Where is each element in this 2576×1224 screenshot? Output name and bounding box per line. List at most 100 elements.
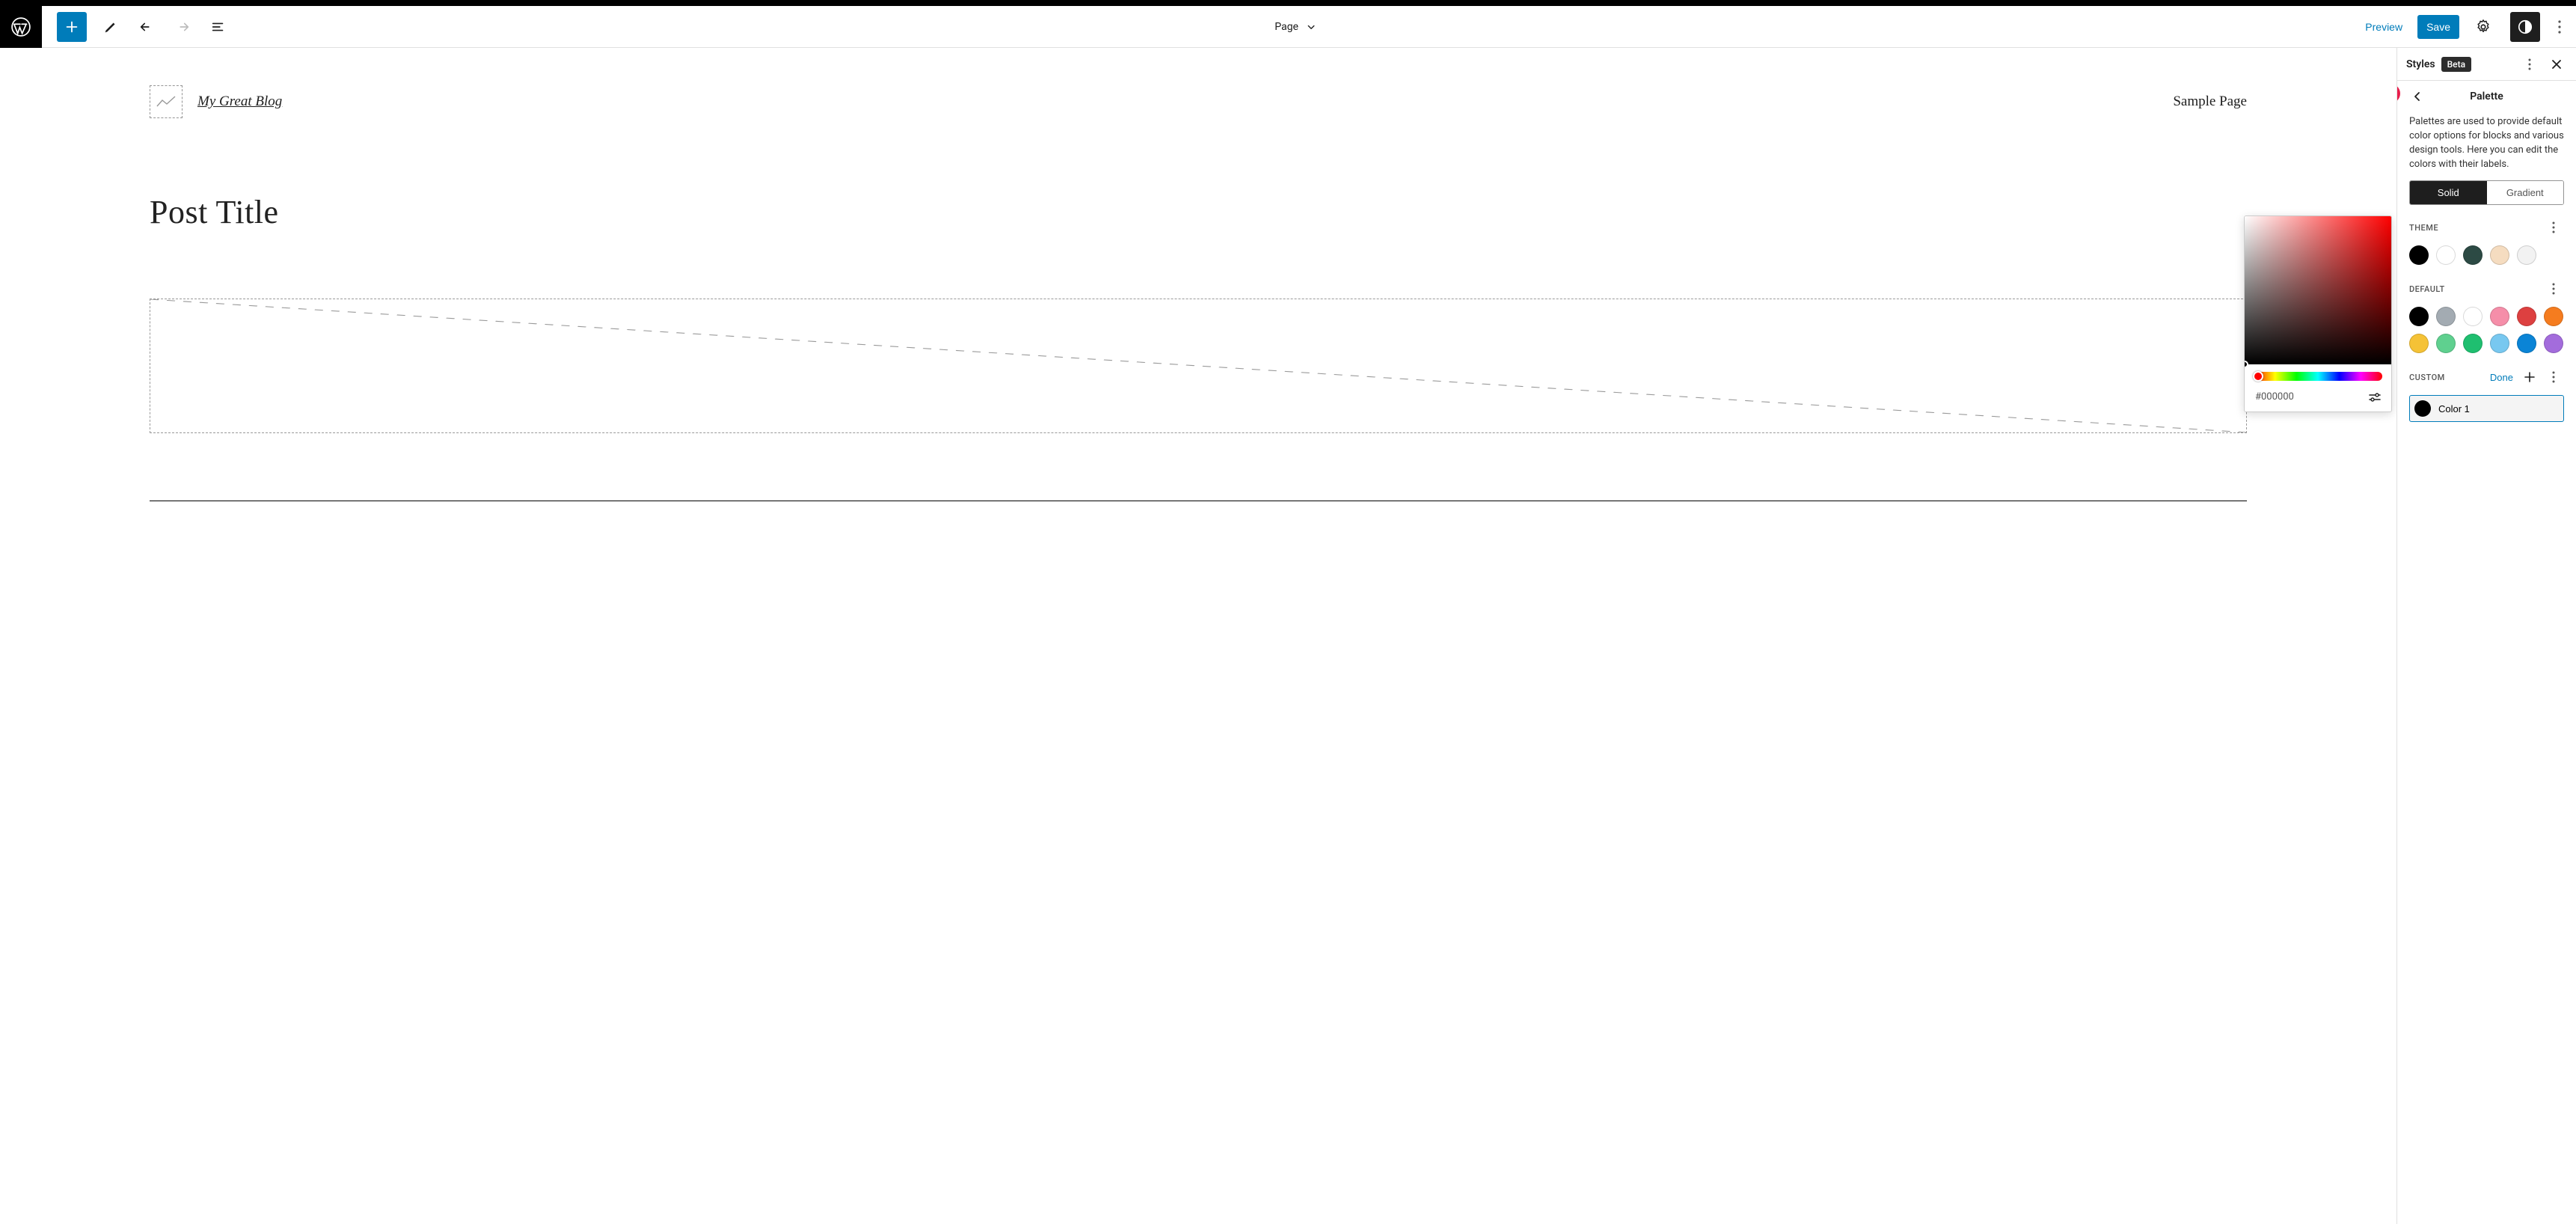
editor-topbar: Page Preview Save xyxy=(0,6,2576,48)
chevron-down-icon xyxy=(1304,20,1318,34)
preview-button[interactable]: Preview xyxy=(2356,15,2411,39)
panel-back-button[interactable] xyxy=(2406,86,2427,107)
more-options-button[interactable] xyxy=(2549,16,2570,37)
panel-title: Palette xyxy=(2470,91,2503,102)
document-title[interactable]: Page xyxy=(236,20,2356,34)
theme-colors-section: Theme xyxy=(2397,217,2576,278)
custom-color-swatch[interactable] xyxy=(2414,400,2431,417)
section-head-theme: Theme xyxy=(2409,217,2564,238)
styles-button[interactable] xyxy=(2510,12,2540,42)
panel-description: Palettes are used to provide default col… xyxy=(2397,112,2576,180)
theme-swatch-row xyxy=(2409,245,2564,265)
color-swatch[interactable] xyxy=(2463,307,2483,326)
close-icon xyxy=(2551,59,2562,70)
wordpress-logo[interactable] xyxy=(0,6,42,48)
color-input-row: #000000 xyxy=(2245,388,2391,411)
image-block-placeholder[interactable] xyxy=(150,299,2247,433)
default-more-button[interactable] xyxy=(2543,278,2564,299)
site-brand: My Great Blog xyxy=(150,85,282,118)
document-type-label: Page xyxy=(1275,21,1298,33)
color-swatch[interactable] xyxy=(2517,307,2536,326)
color-saturation-area[interactable] xyxy=(2245,216,2391,364)
color-swatch[interactable] xyxy=(2409,334,2429,353)
color-swatch[interactable] xyxy=(2544,307,2563,326)
wordpress-icon xyxy=(11,17,31,37)
color-picker-popover: #000000 xyxy=(2244,215,2392,412)
color-swatch[interactable] xyxy=(2436,307,2456,326)
dots-vertical-icon xyxy=(2558,20,2561,34)
plus-icon xyxy=(64,19,80,35)
color-swatch[interactable] xyxy=(2544,334,2563,353)
list-icon xyxy=(210,19,227,35)
redo-button[interactable] xyxy=(168,12,197,42)
chevron-left-icon xyxy=(2413,91,2420,102)
default-swatch-row xyxy=(2409,307,2564,353)
custom-add-button[interactable] xyxy=(2519,367,2540,388)
dots-vertical-icon xyxy=(2552,371,2555,383)
color-swatch[interactable] xyxy=(2409,307,2429,326)
pencil-icon xyxy=(102,19,119,35)
sidebar-more-button[interactable] xyxy=(2519,54,2540,75)
site-title[interactable]: My Great Blog xyxy=(197,94,282,110)
section-head-custom: Custom Done xyxy=(2409,367,2564,388)
custom-color-item[interactable] xyxy=(2409,395,2564,422)
panel-nav: 1 Palette xyxy=(2397,81,2576,112)
placeholder-diagonal xyxy=(150,299,2246,432)
site-header-block: My Great Blog Sample Page xyxy=(135,85,2262,118)
custom-done-button[interactable]: Done xyxy=(2487,372,2516,383)
custom-label: Custom xyxy=(2409,373,2445,382)
dots-vertical-icon xyxy=(2528,58,2531,70)
sidebar-header: Styles Beta xyxy=(2397,48,2576,81)
chart-line-icon xyxy=(156,94,177,109)
sliders-icon xyxy=(2369,393,2381,402)
section-head-default: Default xyxy=(2409,278,2564,299)
add-block-button[interactable] xyxy=(57,12,87,42)
nav-link-sample-page[interactable]: Sample Page xyxy=(2173,94,2247,110)
color-swatch[interactable] xyxy=(2490,307,2509,326)
topbar-right: Preview Save xyxy=(2356,12,2576,42)
toggle-solid[interactable]: Solid xyxy=(2410,181,2487,204)
gear-icon xyxy=(2475,19,2491,35)
dots-vertical-icon xyxy=(2552,221,2555,233)
color-swatch[interactable] xyxy=(2517,245,2536,265)
hex-value[interactable]: #000000 xyxy=(2255,391,2294,403)
styles-sidebar: Styles Beta 1 Palette Palettes are used … xyxy=(2396,48,2576,1224)
plus-icon xyxy=(2524,372,2535,382)
site-logo-placeholder[interactable] xyxy=(150,85,183,118)
edit-tool-button[interactable] xyxy=(96,12,126,42)
main-area: My Great Blog Sample Page Post Title #00… xyxy=(0,48,2576,1224)
dots-vertical-icon xyxy=(2552,283,2555,295)
topbar-left xyxy=(0,6,236,48)
color-swatch[interactable] xyxy=(2463,334,2483,353)
undo-button[interactable] xyxy=(132,12,162,42)
editor-canvas[interactable]: My Great Blog Sample Page Post Title #00… xyxy=(0,48,2396,1224)
list-view-button[interactable] xyxy=(203,12,233,42)
theme-label: Theme xyxy=(2409,223,2438,233)
toggle-gradient[interactable]: Gradient xyxy=(2487,181,2564,204)
color-swatch[interactable] xyxy=(2490,245,2509,265)
color-swatch[interactable] xyxy=(2409,245,2429,265)
beta-badge: Beta xyxy=(2441,57,2471,72)
color-swatch[interactable] xyxy=(2463,245,2483,265)
default-label: Default xyxy=(2409,284,2445,294)
solid-gradient-toggle: Solid Gradient xyxy=(2409,180,2564,205)
hue-slider-handle[interactable] xyxy=(2253,371,2263,382)
save-button[interactable]: Save xyxy=(2417,15,2459,39)
callout-marker-1: 1 xyxy=(2396,84,2400,103)
color-swatch[interactable] xyxy=(2517,334,2536,353)
contrast-icon xyxy=(2517,19,2533,35)
color-swatch[interactable] xyxy=(2490,334,2509,353)
redo-icon xyxy=(174,19,191,35)
color-format-toggle[interactable] xyxy=(2369,393,2381,402)
hue-slider[interactable] xyxy=(2254,372,2382,381)
post-title[interactable]: Post Title xyxy=(150,193,2262,231)
custom-color-name-input[interactable] xyxy=(2438,403,2570,414)
color-swatch[interactable] xyxy=(2436,334,2456,353)
color-area-handle[interactable] xyxy=(2244,361,2248,368)
theme-more-button[interactable] xyxy=(2543,217,2564,238)
window-titlebar xyxy=(0,0,2576,6)
sidebar-close-button[interactable] xyxy=(2546,54,2567,75)
color-swatch[interactable] xyxy=(2436,245,2456,265)
custom-more-button[interactable] xyxy=(2543,367,2564,388)
settings-button[interactable] xyxy=(2468,12,2498,42)
